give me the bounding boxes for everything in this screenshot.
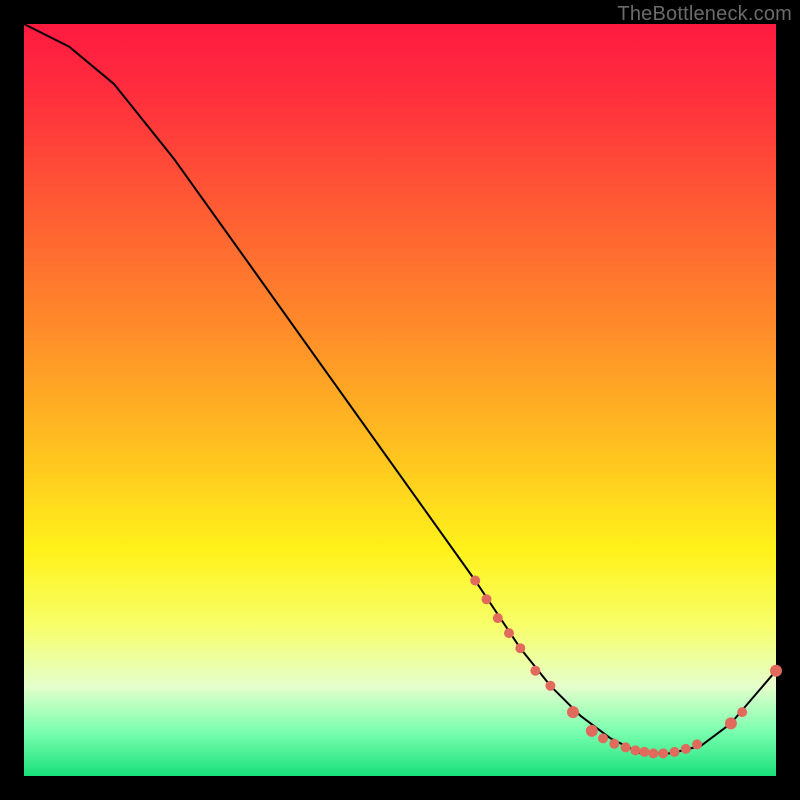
- data-marker: [621, 742, 631, 752]
- data-marker: [530, 666, 540, 676]
- data-marker: [567, 706, 579, 718]
- data-marker: [770, 665, 782, 677]
- data-marker: [648, 748, 658, 758]
- data-marker: [639, 747, 649, 757]
- chart-stage: TheBottleneck.com: [0, 0, 800, 800]
- chart-svg: [24, 24, 776, 776]
- data-marker: [737, 707, 747, 717]
- data-markers: [470, 576, 782, 759]
- data-marker: [515, 643, 525, 653]
- chart-plot-area: [24, 24, 776, 776]
- data-marker: [658, 748, 668, 758]
- data-marker: [670, 747, 680, 757]
- data-marker: [630, 745, 640, 755]
- data-marker: [692, 739, 702, 749]
- data-marker: [586, 725, 598, 737]
- data-marker: [681, 744, 691, 754]
- data-marker: [493, 613, 503, 623]
- data-marker: [545, 681, 555, 691]
- data-marker: [470, 576, 480, 586]
- data-marker: [609, 739, 619, 749]
- data-marker: [504, 628, 514, 638]
- data-marker: [598, 733, 608, 743]
- data-marker: [482, 594, 492, 604]
- data-marker: [725, 717, 737, 729]
- bottleneck-curve: [24, 24, 776, 753]
- watermark-text: TheBottleneck.com: [617, 3, 792, 26]
